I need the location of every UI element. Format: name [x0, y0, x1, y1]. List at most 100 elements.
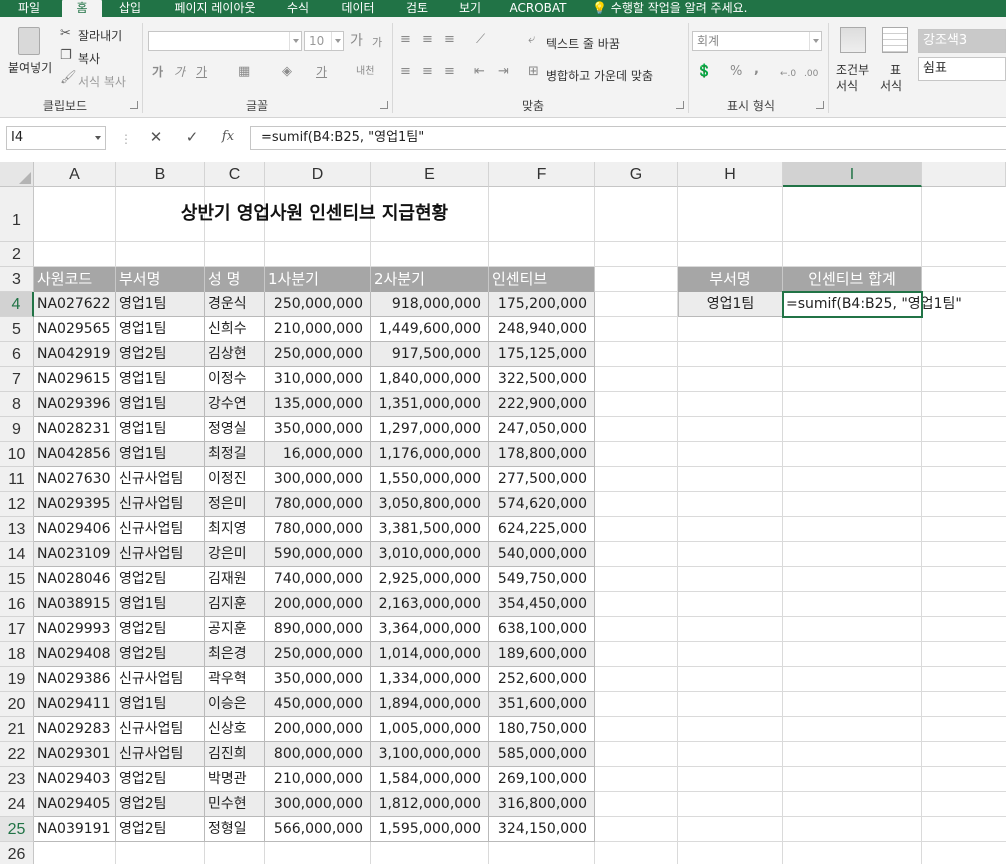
row-header[interactable]: 26 — [0, 842, 34, 864]
table-cell[interactable]: NA029993 — [34, 617, 116, 642]
decrease-decimal-button[interactable]: .00 — [804, 67, 818, 81]
tab-home[interactable]: 홈 — [62, 0, 102, 17]
align-middle-icon[interactable]: ≡ — [422, 33, 433, 47]
table-cell[interactable]: 영업2팀 — [116, 817, 205, 842]
border-icon[interactable]: ▦ — [238, 65, 250, 79]
name-box[interactable]: I4 — [6, 126, 106, 150]
tab-page-layout[interactable]: 페이지 레이아웃 — [160, 0, 270, 17]
table-cell[interactable]: NA028231 — [34, 417, 116, 442]
row-header[interactable]: 23 — [0, 767, 34, 792]
row-header[interactable]: 9 — [0, 417, 34, 442]
column-header-i[interactable]: I — [783, 162, 922, 187]
table-cell[interactable]: 324,150,000 — [489, 817, 595, 842]
summary-dept-cell[interactable]: 영업1팀 — [678, 292, 783, 317]
table-cell[interactable]: 135,000,000 — [265, 392, 371, 417]
column-header-next[interactable] — [922, 162, 1006, 187]
table-cell[interactable]: 영업1팀 — [116, 692, 205, 717]
row-header[interactable]: 21 — [0, 717, 34, 742]
table-cell[interactable]: 영업1팀 — [116, 317, 205, 342]
table-cell[interactable]: NA029283 — [34, 717, 116, 742]
table-cell[interactable]: 277,500,000 — [489, 467, 595, 492]
column-header-d[interactable]: D — [265, 162, 371, 187]
table-cell[interactable]: 1,595,000,000 — [371, 817, 489, 842]
table-cell[interactable]: 이정수 — [205, 367, 265, 392]
table-cell[interactable]: 1,840,000,000 — [371, 367, 489, 392]
worksheet-grid[interactable]: A B C D E F G H I 1 2 3 4 5 6 7 8 9 10 11 12 13 14 15 16 17 18 19 20… — [0, 162, 1006, 864]
table-cell[interactable]: 영업2팀 — [116, 567, 205, 592]
style-accent3[interactable]: 강조색3 — [918, 29, 1006, 53]
table-cell[interactable]: 민수현 — [205, 792, 265, 817]
table-cell[interactable]: 16,000,000 — [265, 442, 371, 467]
table-cell[interactable]: 740,000,000 — [265, 567, 371, 592]
table-cell[interactable]: 정은미 — [205, 492, 265, 517]
number-launcher-icon[interactable] — [816, 101, 824, 109]
table-cell[interactable]: 200,000,000 — [265, 592, 371, 617]
table-cell[interactable]: 영업2팀 — [116, 767, 205, 792]
table-cell[interactable]: 1,894,000,000 — [371, 692, 489, 717]
table-cell[interactable]: 175,125,000 — [489, 342, 595, 367]
table-cell[interactable]: NA029396 — [34, 392, 116, 417]
table-cell[interactable]: 917,500,000 — [371, 342, 489, 367]
table-cell[interactable]: 250,000,000 — [265, 342, 371, 367]
table-cell[interactable]: 322,500,000 — [489, 367, 595, 392]
table-cell[interactable]: NA042919 — [34, 342, 116, 367]
table-cell[interactable]: NA023109 — [34, 542, 116, 567]
table-cell[interactable]: 영업2팀 — [116, 792, 205, 817]
phonetic-button[interactable]: 내천 — [356, 65, 374, 79]
font-launcher-icon[interactable] — [380, 101, 388, 109]
style-comma[interactable]: 쉼표 — [918, 57, 1006, 81]
insert-function-button[interactable]: fx — [216, 126, 240, 150]
table-cell[interactable]: 최지영 — [205, 517, 265, 542]
table-cell[interactable]: 곽우혁 — [205, 667, 265, 692]
table-cell[interactable]: 549,750,000 — [489, 567, 595, 592]
row-header[interactable]: 14 — [0, 542, 34, 567]
table-cell[interactable]: 222,900,000 — [489, 392, 595, 417]
decrease-indent-icon[interactable]: ⇤ — [474, 65, 485, 79]
table-cell[interactable]: 566,000,000 — [265, 817, 371, 842]
table-cell[interactable]: NA029565 — [34, 317, 116, 342]
table-cell[interactable]: 신규사업팀 — [116, 742, 205, 767]
row-header[interactable]: 25 — [0, 817, 34, 842]
align-center-icon[interactable]: ≡ — [422, 65, 433, 79]
table-cell[interactable]: 3,050,800,000 — [371, 492, 489, 517]
table-cell[interactable]: NA029403 — [34, 767, 116, 792]
font-shrink-icon[interactable]: 가 — [372, 36, 382, 50]
row-header[interactable]: 10 — [0, 442, 34, 467]
table-cell[interactable]: 공지훈 — [205, 617, 265, 642]
column-header-g[interactable]: G — [595, 162, 678, 187]
row-header[interactable]: 5 — [0, 317, 34, 342]
alignment-launcher-icon[interactable] — [676, 101, 684, 109]
table-cell[interactable]: 2,163,000,000 — [371, 592, 489, 617]
table-cell[interactable]: NA029408 — [34, 642, 116, 667]
row-header[interactable]: 4 — [0, 292, 34, 317]
table-cell[interactable]: 영업1팀 — [116, 292, 205, 317]
column-header-f[interactable]: F — [489, 162, 595, 187]
table-cell[interactable]: 248,940,000 — [489, 317, 595, 342]
table-cell[interactable]: NA028046 — [34, 567, 116, 592]
table-cell[interactable]: 252,600,000 — [489, 667, 595, 692]
table-cell[interactable]: 3,381,500,000 — [371, 517, 489, 542]
align-left-icon[interactable]: ≡ — [400, 65, 411, 79]
row-header[interactable]: 17 — [0, 617, 34, 642]
table-cell[interactable]: 이정진 — [205, 467, 265, 492]
table-cell[interactable]: 영업1팀 — [116, 417, 205, 442]
table-cell[interactable]: 영업2팀 — [116, 617, 205, 642]
increase-decimal-button[interactable]: ←.0 — [780, 67, 796, 81]
table-cell[interactable]: 1,014,000,000 — [371, 642, 489, 667]
table-cell[interactable]: 최은경 — [205, 642, 265, 667]
increase-indent-icon[interactable]: ⇥ — [498, 65, 509, 79]
copy-button[interactable]: 복사 — [78, 50, 100, 67]
table-cell[interactable]: 김진희 — [205, 742, 265, 767]
table-cell[interactable]: 신규사업팀 — [116, 542, 205, 567]
table-cell[interactable]: 정영실 — [205, 417, 265, 442]
table-cell[interactable]: 350,000,000 — [265, 417, 371, 442]
font-size-combo[interactable]: 10 — [304, 31, 344, 51]
table-cell[interactable]: 269,100,000 — [489, 767, 595, 792]
wrap-text-button[interactable]: 텍스트 줄 바꿈 — [546, 35, 620, 52]
table-cell[interactable]: NA039191 — [34, 817, 116, 842]
table-cell[interactable]: 574,620,000 — [489, 492, 595, 517]
table-cell[interactable]: 1,351,000,000 — [371, 392, 489, 417]
tab-view[interactable]: 보기 — [450, 0, 490, 17]
table-cell[interactable]: 780,000,000 — [265, 492, 371, 517]
table-cell[interactable]: 영업2팀 — [116, 342, 205, 367]
